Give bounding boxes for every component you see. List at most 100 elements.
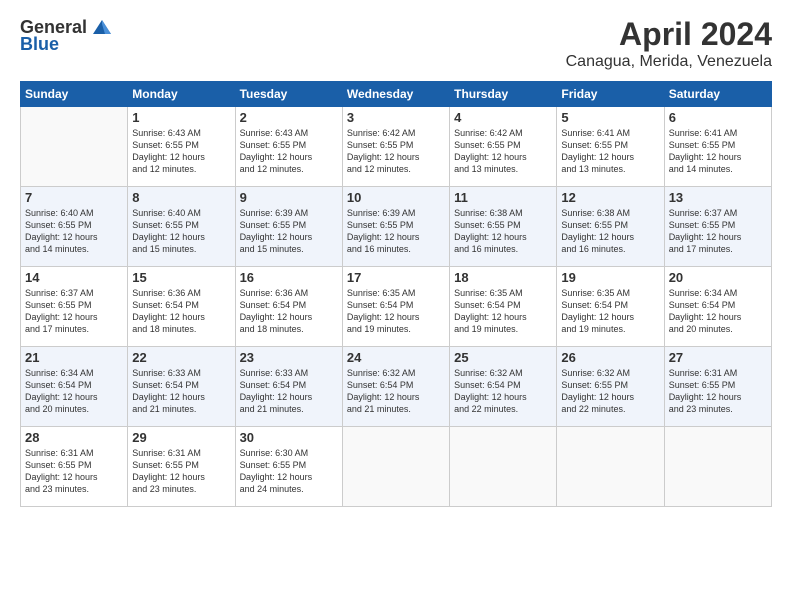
col-friday: Friday [557, 82, 664, 107]
day-info: Sunrise: 6:34 AM Sunset: 6:54 PM Dayligh… [25, 367, 123, 416]
day-cell [557, 427, 664, 507]
day-cell [21, 107, 128, 187]
col-sunday: Sunday [21, 82, 128, 107]
day-number: 14 [25, 270, 123, 285]
day-cell: 18 Sunrise: 6:35 AM Sunset: 6:54 PM Dayli… [450, 267, 557, 347]
day-number: 13 [669, 190, 767, 205]
day-cell: 2 Sunrise: 6:43 AM Sunset: 6:55 PM Daylig… [235, 107, 342, 187]
day-number: 3 [347, 110, 445, 125]
day-info: Sunrise: 6:35 AM Sunset: 6:54 PM Dayligh… [561, 287, 659, 336]
day-cell: 19 Sunrise: 6:35 AM Sunset: 6:54 PM Dayli… [557, 267, 664, 347]
day-cell: 20 Sunrise: 6:34 AM Sunset: 6:54 PM Dayli… [664, 267, 771, 347]
col-saturday: Saturday [664, 82, 771, 107]
day-info: Sunrise: 6:38 AM Sunset: 6:55 PM Dayligh… [561, 207, 659, 256]
day-info: Sunrise: 6:33 AM Sunset: 6:54 PM Dayligh… [240, 367, 338, 416]
week-row-1: 1 Sunrise: 6:43 AM Sunset: 6:55 PM Daylig… [21, 107, 772, 187]
day-number: 4 [454, 110, 552, 125]
day-number: 5 [561, 110, 659, 125]
month-title: April 2024 [566, 16, 772, 53]
day-number: 26 [561, 350, 659, 365]
logo: General Blue [20, 16, 113, 55]
day-number: 10 [347, 190, 445, 205]
day-cell: 24Sunrise: 6:32 AM Sunset: 6:54 PM Dayli… [342, 347, 449, 427]
day-info: Sunrise: 6:41 AM Sunset: 6:55 PM Dayligh… [561, 127, 659, 176]
day-cell: 21 Sunrise: 6:34 AM Sunset: 6:54 PM Dayli… [21, 347, 128, 427]
day-number: 25 [454, 350, 552, 365]
day-info: Sunrise: 6:39 AM Sunset: 6:55 PM Dayligh… [240, 207, 338, 256]
day-number: 20 [669, 270, 767, 285]
day-cell: 9Sunrise: 6:39 AM Sunset: 6:55 PM Daylig… [235, 187, 342, 267]
day-number: 27 [669, 350, 767, 365]
day-cell: 16 Sunrise: 6:36 AM Sunset: 6:54 PM Dayli… [235, 267, 342, 347]
day-number: 30 [240, 430, 338, 445]
week-row-3: 14 Sunrise: 6:37 AM Sunset: 6:55 PM Dayli… [21, 267, 772, 347]
day-cell: 14 Sunrise: 6:37 AM Sunset: 6:55 PM Dayli… [21, 267, 128, 347]
logo-blue: Blue [20, 34, 59, 55]
day-number: 7 [25, 190, 123, 205]
day-number: 19 [561, 270, 659, 285]
day-info: Sunrise: 6:36 AM Sunset: 6:54 PM Dayligh… [240, 287, 338, 336]
calendar-table: Sunday Monday Tuesday Wednesday Thursday… [20, 81, 772, 507]
location-title: Canagua, Merida, Venezuela [566, 53, 772, 71]
day-info: Sunrise: 6:34 AM Sunset: 6:54 PM Dayligh… [669, 287, 767, 336]
day-info: Sunrise: 6:30 AM Sunset: 6:55 PM Dayligh… [240, 447, 338, 496]
day-cell: 4Sunrise: 6:42 AM Sunset: 6:55 PM Daylig… [450, 107, 557, 187]
day-info: Sunrise: 6:41 AM Sunset: 6:55 PM Dayligh… [669, 127, 767, 176]
day-cell: 29Sunrise: 6:31 AM Sunset: 6:55 PM Dayli… [128, 427, 235, 507]
day-number: 21 [25, 350, 123, 365]
day-cell: 11 Sunrise: 6:38 AM Sunset: 6:55 PM Dayli… [450, 187, 557, 267]
day-number: 23 [240, 350, 338, 365]
week-row-5: 28 Sunrise: 6:31 AM Sunset: 6:55 PM Dayli… [21, 427, 772, 507]
day-cell: 1 Sunrise: 6:43 AM Sunset: 6:55 PM Daylig… [128, 107, 235, 187]
day-info: Sunrise: 6:37 AM Sunset: 6:55 PM Dayligh… [669, 207, 767, 256]
day-cell: 5 Sunrise: 6:41 AM Sunset: 6:55 PM Daylig… [557, 107, 664, 187]
day-cell [450, 427, 557, 507]
day-cell: 22 Sunrise: 6:33 AM Sunset: 6:54 PM Dayli… [128, 347, 235, 427]
day-cell: 13 Sunrise: 6:37 AM Sunset: 6:55 PM Dayli… [664, 187, 771, 267]
day-cell: 17 Sunrise: 6:35 AM Sunset: 6:54 PM Dayli… [342, 267, 449, 347]
day-info: Sunrise: 6:35 AM Sunset: 6:54 PM Dayligh… [454, 287, 552, 336]
day-number: 16 [240, 270, 338, 285]
day-number: 2 [240, 110, 338, 125]
day-info: Sunrise: 6:36 AM Sunset: 6:54 PM Dayligh… [132, 287, 230, 336]
day-info: Sunrise: 6:40 AM Sunset: 6:55 PM Dayligh… [132, 207, 230, 256]
day-info: Sunrise: 6:31 AM Sunset: 6:55 PM Dayligh… [669, 367, 767, 416]
day-info: Sunrise: 6:32 AM Sunset: 6:55 PM Dayligh… [561, 367, 659, 416]
day-info: Sunrise: 6:33 AM Sunset: 6:54 PM Dayligh… [132, 367, 230, 416]
logo-icon [91, 16, 113, 38]
day-info: Sunrise: 6:39 AM Sunset: 6:55 PM Dayligh… [347, 207, 445, 256]
day-cell: 23 Sunrise: 6:33 AM Sunset: 6:54 PM Dayli… [235, 347, 342, 427]
day-cell: 12 Sunrise: 6:38 AM Sunset: 6:55 PM Dayli… [557, 187, 664, 267]
day-number: 28 [25, 430, 123, 445]
col-wednesday: Wednesday [342, 82, 449, 107]
col-tuesday: Tuesday [235, 82, 342, 107]
day-cell: 27 Sunrise: 6:31 AM Sunset: 6:55 PM Dayli… [664, 347, 771, 427]
day-info: Sunrise: 6:38 AM Sunset: 6:55 PM Dayligh… [454, 207, 552, 256]
day-number: 17 [347, 270, 445, 285]
day-number: 24 [347, 350, 445, 365]
day-number: 1 [132, 110, 230, 125]
col-thursday: Thursday [450, 82, 557, 107]
day-cell: 30 Sunrise: 6:30 AM Sunset: 6:55 PM Dayli… [235, 427, 342, 507]
day-cell: 10 Sunrise: 6:39 AM Sunset: 6:55 PM Dayli… [342, 187, 449, 267]
day-number: 11 [454, 190, 552, 205]
header: General Blue April 2024 Canagua, Merida,… [20, 16, 772, 71]
day-cell: 26 Sunrise: 6:32 AM Sunset: 6:55 PM Dayli… [557, 347, 664, 427]
day-info: Sunrise: 6:42 AM Sunset: 6:55 PM Dayligh… [347, 127, 445, 176]
day-number: 22 [132, 350, 230, 365]
day-number: 18 [454, 270, 552, 285]
day-info: Sunrise: 6:37 AM Sunset: 6:55 PM Dayligh… [25, 287, 123, 336]
week-row-2: 7 Sunrise: 6:40 AM Sunset: 6:55 PM Daylig… [21, 187, 772, 267]
day-cell: 7Sunrise: 6:40 AM Sunset: 6:55 PM Daylig… [21, 187, 128, 267]
week-row-4: 21 Sunrise: 6:34 AM Sunset: 6:54 PM Dayli… [21, 347, 772, 427]
day-cell: 25Sunrise: 6:32 AM Sunset: 6:54 PM Dayli… [450, 347, 557, 427]
day-info: Sunrise: 6:35 AM Sunset: 6:54 PM Dayligh… [347, 287, 445, 336]
day-cell: 3 Sunrise: 6:42 AM Sunset: 6:55 PM Daylig… [342, 107, 449, 187]
day-number: 15 [132, 270, 230, 285]
day-number: 12 [561, 190, 659, 205]
title-block: April 2024 Canagua, Merida, Venezuela [566, 16, 772, 71]
day-info: Sunrise: 6:43 AM Sunset: 6:55 PM Dayligh… [132, 127, 230, 176]
day-info: Sunrise: 6:43 AM Sunset: 6:55 PM Dayligh… [240, 127, 338, 176]
day-cell: 28 Sunrise: 6:31 AM Sunset: 6:55 PM Dayli… [21, 427, 128, 507]
day-info: Sunrise: 6:31 AM Sunset: 6:55 PM Dayligh… [25, 447, 123, 496]
